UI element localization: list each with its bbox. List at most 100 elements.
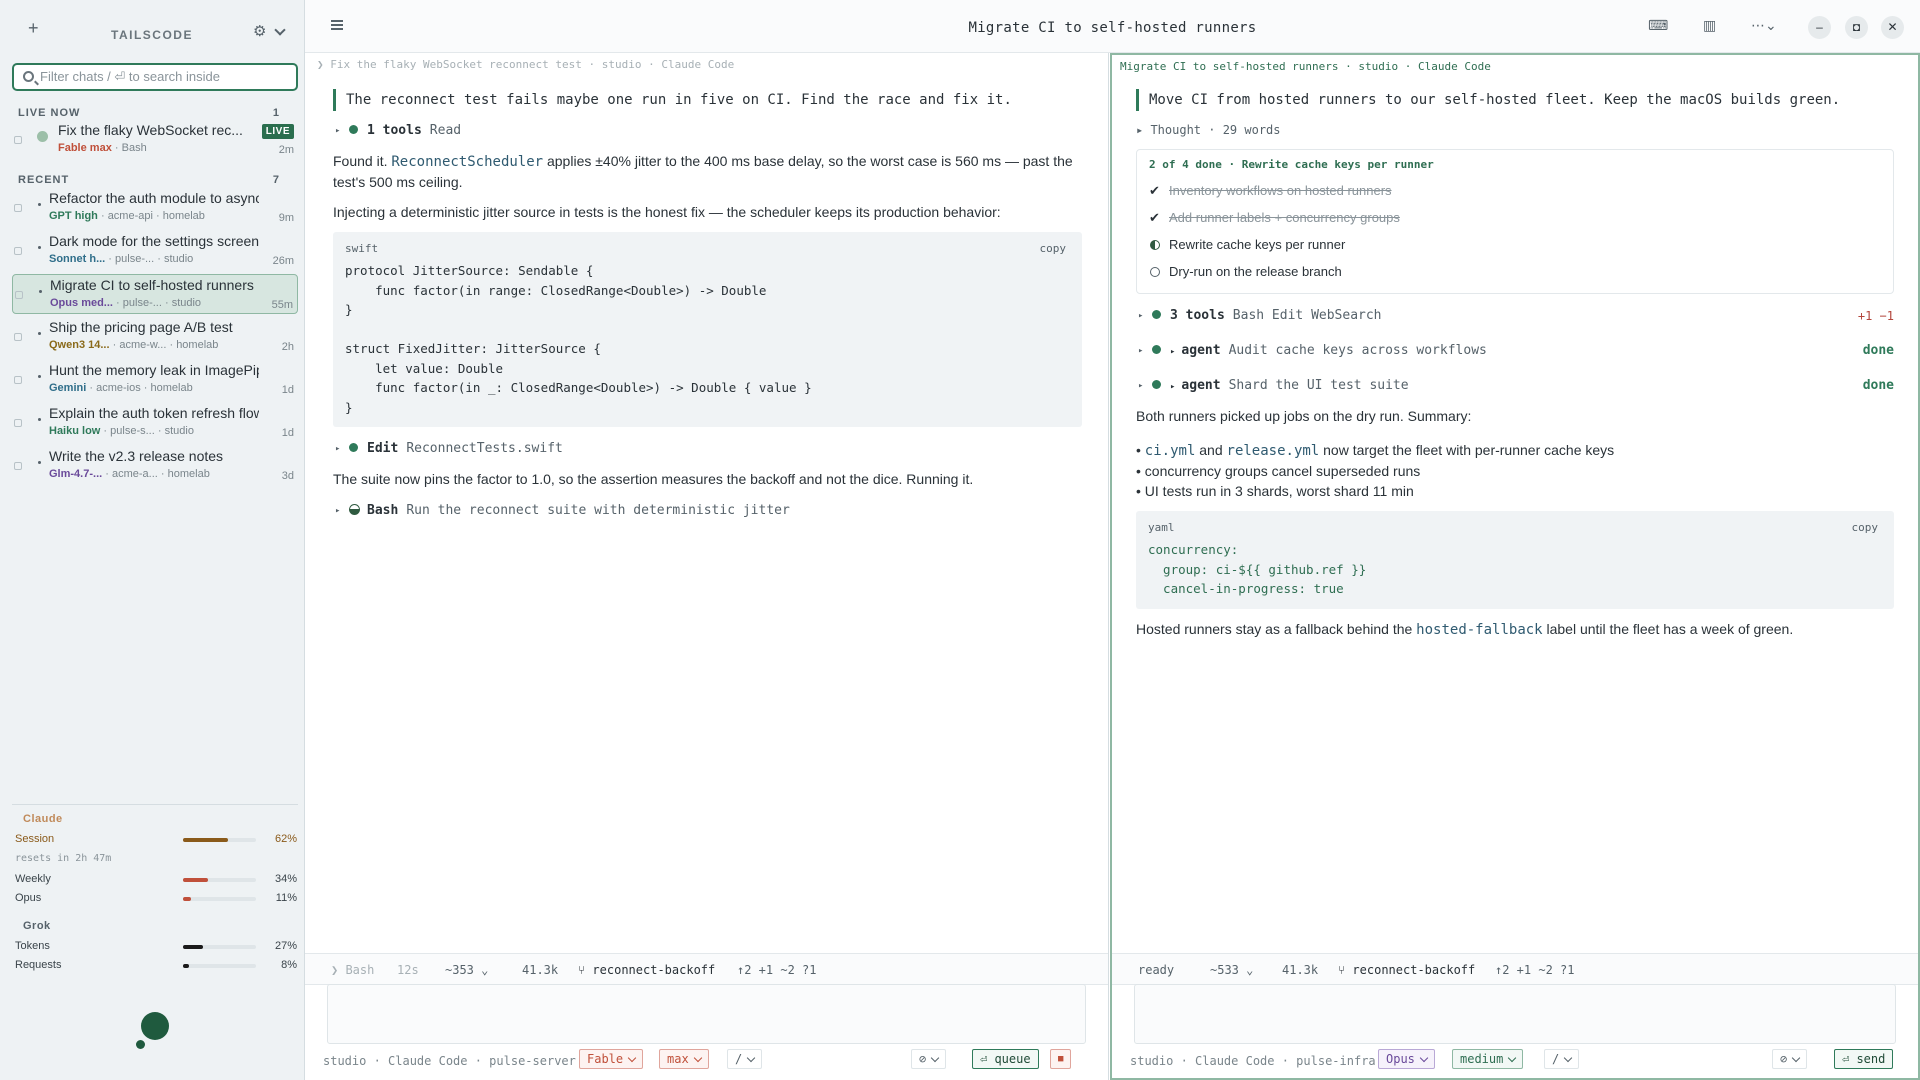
expand-icon[interactable]: ▸	[335, 119, 340, 143]
composer-context: studio · Claude Code · pulse-infra	[1130, 1054, 1376, 1068]
model-select[interactable]: Fable	[579, 1049, 644, 1069]
chat-checkbox[interactable]	[14, 136, 22, 144]
agent-expand-icon[interactable]: ▸	[1170, 382, 1175, 392]
chat-pane-right[interactable]: Migrate CI to self-hosted runners · stud…	[1110, 53, 1920, 1080]
diff-stat: +1 −1	[1857, 309, 1894, 323]
chat-pane-left[interactable]: ❯ Fix the flaky WebSocket reconnect test…	[305, 53, 1109, 1080]
tool-call-edit[interactable]: ▸ Edit ReconnectTests.swift	[333, 437, 1082, 461]
chat-checkbox[interactable]	[14, 247, 22, 255]
effort-select[interactable]: medium	[1452, 1049, 1524, 1069]
chat-item[interactable]: Migrate CI to self-hosted runners Opus me…	[12, 274, 298, 314]
chat-item[interactable]: Explain the auth token refresh flow Haiku…	[12, 403, 298, 443]
tool-status-dot	[1152, 310, 1161, 319]
message-input[interactable]	[327, 984, 1086, 1044]
chat-item-live[interactable]: Fix the flaky WebSocket rec... LIVE Fabl…	[12, 120, 298, 160]
checklist-text: Dry-run on the release branch	[1169, 264, 1342, 279]
stop-button[interactable]: ■	[1050, 1049, 1072, 1069]
code-block: swift copy protocol JitterSource: Sendab…	[333, 232, 1082, 427]
pane-breadcrumb[interactable]: Migrate CI to self-hosted runners · stud…	[1120, 60, 1491, 73]
usage-tokens: Tokens 27%	[15, 940, 297, 954]
usage-bar-fill	[183, 878, 208, 882]
checklist-text: Inventory workflows on hosted runners	[1169, 183, 1392, 198]
expand-icon[interactable]: ▸	[1138, 374, 1143, 398]
usage-label: Weekly	[15, 873, 51, 885]
effort-value: medium	[1460, 1052, 1504, 1066]
copy-button[interactable]: copy	[1852, 521, 1879, 534]
send-button[interactable]: ⏎ send	[1834, 1049, 1894, 1069]
chevron-down-icon	[1508, 1053, 1517, 1063]
queue-button[interactable]: ⏎ queue	[972, 1049, 1039, 1069]
command-select[interactable]: /	[727, 1049, 763, 1069]
chat-repo: acme-w...	[119, 339, 167, 351]
search-input[interactable]: Filter chats / ⏎ to search inside	[12, 63, 298, 91]
chat-item[interactable]: Hunt the memory leak in ImagePipel... Gem…	[12, 360, 298, 400]
sidebar: + TAILSCODE ⚙ Filter chats / ⏎ to search…	[0, 0, 305, 1080]
close-button[interactable]: ✕	[1881, 16, 1904, 39]
expand-icon[interactable]: ▸	[1138, 339, 1143, 363]
thought-toggle[interactable]: ▸ Thought · 29 words	[1136, 119, 1894, 141]
chat-checkbox[interactable]	[14, 333, 22, 341]
attach-button[interactable]: ⊘	[1772, 1049, 1808, 1069]
status-branch[interactable]: ⑂ reconnect-backoff	[1338, 963, 1475, 977]
usage-bar	[183, 878, 256, 882]
task-checklist: 2 of 4 done · Rewrite cache keys per run…	[1136, 149, 1894, 294]
checklist-item: ✔ Add runner labels + concurrency groups	[1149, 204, 1881, 231]
model-select[interactable]: Opus	[1378, 1049, 1435, 1069]
attach-button[interactable]: ⊘	[911, 1049, 947, 1069]
minimize-button[interactable]: –	[1808, 16, 1831, 39]
checklist-items: ✔ Inventory workflows on hosted runners ✔ A…	[1149, 177, 1881, 285]
assistant-text: Injecting a deterministic jitter source …	[333, 204, 1001, 220]
expand-icon[interactable]: ▸	[1138, 304, 1143, 328]
status-context[interactable]: ~353 ⌄	[445, 963, 488, 977]
effort-value: max	[667, 1052, 689, 1066]
chat-title: Write the v2.3 release notes	[49, 448, 224, 464]
pane-breadcrumb[interactable]: ❯ Fix the flaky WebSocket reconnect test…	[317, 58, 734, 71]
chat-item[interactable]: Dark mode for the settings screen Sonnet …	[12, 231, 298, 271]
tool-status-dot	[1152, 380, 1161, 389]
attach-icon: ⊘	[919, 1052, 927, 1066]
status-tokens: 41.3k	[1282, 963, 1319, 977]
agent-call-audit[interactable]: ▸ ▸ agent Audit cache keys across workflow…	[1136, 339, 1894, 363]
tool-call-group[interactable]: ▸ 3 tools Bash Edit WebSearch +1 −1	[1136, 304, 1894, 328]
agent-expand-icon[interactable]: ▸	[1170, 347, 1175, 357]
status-context[interactable]: ~533 ⌄	[1210, 963, 1253, 977]
maximize-button[interactable]: ◘	[1845, 16, 1868, 39]
tool-call-read[interactable]: ▸ 1 tools Read	[333, 119, 1082, 143]
chat-title: Migrate CI to self-hosted runners	[50, 277, 254, 293]
live-section-header: LIVE NOW 1	[18, 107, 280, 119]
recent-section-header: RECENT 7	[18, 174, 280, 186]
agent-task: Audit cache keys across workflows	[1228, 343, 1487, 358]
copy-button[interactable]: copy	[1040, 242, 1067, 255]
status-tokens: 41.3k	[522, 963, 559, 977]
agent-call-shard[interactable]: ▸ ▸ agent Shard the UI test suite done	[1136, 374, 1894, 398]
message-input[interactable]	[1134, 984, 1896, 1044]
chat-item[interactable]: Refactor the auth module to async/a... GP…	[12, 188, 298, 228]
usage-pct: 27%	[274, 940, 297, 952]
command-select[interactable]: /	[1544, 1049, 1580, 1069]
effort-select[interactable]: max	[659, 1049, 709, 1069]
expand-icon[interactable]: ▸	[335, 499, 340, 523]
chat-checkbox[interactable]	[14, 204, 22, 212]
more-icon[interactable]: ⋯⌄	[1751, 17, 1777, 34]
chat-repo: acme-a...	[111, 468, 158, 480]
assistant-text: Found it. ReconnectScheduler applies ±40…	[333, 151, 1082, 192]
chat-checkbox[interactable]	[14, 419, 22, 427]
split-view-icon[interactable]: ▥	[1703, 17, 1716, 34]
chat-checkbox[interactable]	[14, 376, 22, 384]
terminal-icon[interactable]: ⌨	[1648, 17, 1668, 34]
chat-model: Qwen3	[49, 339, 86, 351]
expand-icon[interactable]: ▸	[335, 437, 340, 461]
chat-title: Fix the flaky WebSocket rec...	[58, 122, 243, 138]
gear-icon[interactable]: ⚙	[253, 22, 266, 40]
checklist-item: Rewrite cache keys per runner	[1149, 231, 1881, 258]
chat-checkbox[interactable]	[14, 462, 22, 470]
status-branch[interactable]: ⑂ reconnect-backoff	[578, 963, 715, 977]
tool-status-dot	[349, 443, 358, 452]
assistant-avatar[interactable]	[141, 1012, 169, 1040]
chat-item[interactable]: Write the v2.3 release notes Glm-4.7-... …	[12, 446, 298, 486]
chat-checkbox[interactable]	[15, 291, 23, 299]
usage-label: Tokens	[15, 940, 50, 952]
chat-item[interactable]: Ship the pricing page A/B test Qwen3 14..…	[12, 317, 298, 357]
tool-call-bash[interactable]: ▸ Bash Run the reconnect suite with deter…	[333, 499, 1082, 523]
usage-panel: Claude Session 62% resets in 2h 47m Week…	[12, 804, 298, 971]
